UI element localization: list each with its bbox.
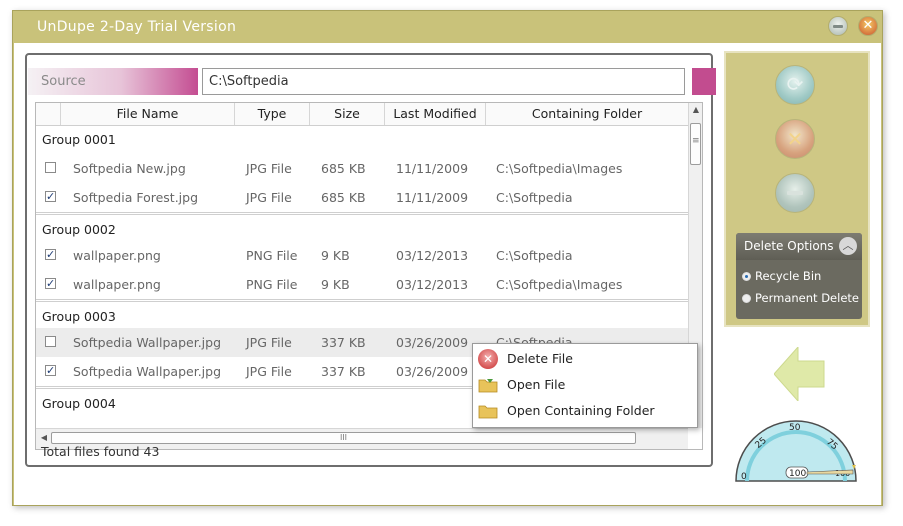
table-row[interactable]: ✓ Softpedia Forest.jpg JPG File 685 KB 11/11… — [36, 183, 688, 212]
file-size-cell: 685 KB — [321, 190, 366, 205]
column-header-type[interactable]: Type — [235, 103, 310, 125]
file-name-cell: wallpaper.png — [73, 248, 161, 263]
table-row[interactable]: Softpedia New.jpg JPG File 685 KB 11/11/200… — [36, 154, 688, 183]
file-size-cell: 9 KB — [321, 248, 350, 263]
progress-gauge: 0 25 50 75 100 100 — [735, 420, 857, 482]
file-type-cell: PNG File — [246, 248, 298, 263]
file-name-cell: wallpaper.png — [73, 277, 161, 292]
row-checkbox[interactable]: ✓ — [45, 249, 56, 260]
row-checkbox[interactable]: ✓ — [45, 191, 56, 202]
horizontal-scroll-thumb[interactable]: III — [51, 432, 636, 444]
containing-folder-cell: C:\Softpedia\Images — [496, 161, 623, 176]
file-size-cell: 9 KB — [321, 277, 350, 292]
group-header-row[interactable]: Group 0002 — [36, 212, 688, 241]
context-menu: ✕ Delete File Open File Open Containing … — [472, 343, 698, 428]
radio-selected-icon[interactable] — [742, 272, 751, 281]
group-header-row[interactable]: Group 0003 — [36, 299, 688, 328]
containing-folder-cell: C:\Softpedia — [496, 248, 573, 263]
column-header-file-name[interactable]: File Name — [61, 103, 235, 125]
file-size-cell: 685 KB — [321, 161, 366, 176]
group-header-row[interactable]: Group 0001 — [36, 125, 688, 154]
file-name-cell: Softpedia Wallpaper.jpg — [73, 335, 222, 350]
title-bar[interactable]: UnDupe 2-Day Trial Version ✕ — [13, 11, 882, 43]
app-window: UnDupe 2-Day Trial Version ✕ Source C:\S… — [12, 10, 883, 506]
last-modified-cell: 11/11/2009 — [396, 190, 469, 205]
column-header-last-modified[interactable]: Last Modified — [385, 103, 486, 125]
minus-button[interactable] — [775, 173, 815, 213]
open-file-icon — [478, 379, 498, 393]
containing-folder-cell: C:\Softpedia\Images — [496, 277, 623, 292]
gauge-tick-50: 50 — [789, 423, 801, 433]
close-button[interactable]: ✕ — [858, 16, 878, 36]
table-row[interactable]: ✓ wallpaper.png PNG File 9 KB 03/12/2013 C:\S… — [36, 270, 688, 299]
file-type-cell: JPG File — [246, 335, 292, 350]
minimize-button[interactable] — [828, 16, 848, 36]
last-modified-cell: 03/12/2013 — [396, 248, 469, 263]
row-checkbox[interactable]: ✓ — [45, 278, 56, 289]
delete-options-box: Delete Options ︿ Recycle Bin Permanent D… — [736, 233, 862, 319]
column-header-size[interactable]: Size — [310, 103, 385, 125]
row-checkbox[interactable] — [45, 162, 56, 173]
table-row[interactable]: ✓ wallpaper.png PNG File 9 KB 03/12/2013 C:\S… — [36, 241, 688, 270]
radio-recycle-bin[interactable]: Recycle Bin — [742, 269, 821, 283]
vertical-scroll-thumb[interactable] — [690, 123, 701, 165]
source-label: Source — [28, 68, 198, 95]
containing-folder-cell: C:\Softpedia — [496, 190, 573, 205]
file-type-cell: PNG File — [246, 277, 298, 292]
last-modified-cell: 11/11/2009 — [396, 161, 469, 176]
status-total-files: Total files found 43 — [41, 444, 160, 459]
source-path-field[interactable]: C:\Softpedia — [202, 68, 685, 95]
last-modified-cell: 03/26/2009 — [396, 335, 469, 350]
chevron-up-icon[interactable]: ︿ — [839, 237, 857, 255]
actions-panel: Delete Options ︿ Recycle Bin Permanent D… — [724, 51, 870, 327]
file-size-cell: 337 KB — [321, 335, 366, 350]
file-type-cell: JPG File — [246, 364, 292, 379]
delete-options-title: Delete Options — [744, 239, 834, 253]
source-browse-button[interactable] — [692, 68, 716, 95]
file-type-cell: JPG File — [246, 161, 292, 176]
menu-item-delete-file[interactable]: ✕ Delete File — [473, 346, 697, 372]
file-type-cell: JPG File — [246, 190, 292, 205]
folder-icon — [478, 405, 498, 419]
restore-button[interactable] — [775, 65, 815, 105]
last-modified-cell: 03/26/2009 — [396, 364, 469, 379]
file-name-cell: Softpedia Wallpaper.jpg — [73, 364, 222, 379]
row-checkbox[interactable]: ✓ — [45, 365, 56, 376]
delete-options-header[interactable]: Delete Options ︿ — [736, 233, 862, 260]
scroll-left-icon[interactable]: ◀ — [38, 432, 50, 444]
radio-permanent-delete[interactable]: Permanent Delete — [742, 291, 859, 305]
column-header-check[interactable] — [36, 103, 61, 125]
back-arrow-icon[interactable] — [774, 347, 826, 401]
menu-item-open-containing-folder[interactable]: Open Containing Folder — [473, 398, 697, 424]
menu-item-open-file[interactable]: Open File — [473, 372, 697, 398]
column-header-containing-folder[interactable]: Containing Folder — [486, 103, 688, 125]
file-size-cell: 337 KB — [321, 364, 366, 379]
client-area: Source C:\Softpedia File Name Type Size … — [14, 43, 881, 505]
grid-header: File Name Type Size Last Modified Contai… — [36, 103, 688, 126]
scroll-up-icon[interactable]: ▲ — [691, 105, 701, 115]
delete-file-icon: ✕ — [478, 349, 498, 369]
row-checkbox[interactable] — [45, 336, 56, 347]
gauge-tick-0: 0 — [741, 472, 747, 482]
gauge-readout: 100 — [789, 469, 806, 479]
file-name-cell: Softpedia Forest.jpg — [73, 190, 199, 205]
delete-button[interactable] — [775, 119, 815, 159]
file-name-cell: Softpedia New.jpg — [73, 161, 186, 176]
radio-unselected-icon[interactable] — [742, 294, 751, 303]
last-modified-cell: 03/12/2013 — [396, 277, 469, 292]
window-title: UnDupe 2-Day Trial Version — [37, 19, 237, 35]
